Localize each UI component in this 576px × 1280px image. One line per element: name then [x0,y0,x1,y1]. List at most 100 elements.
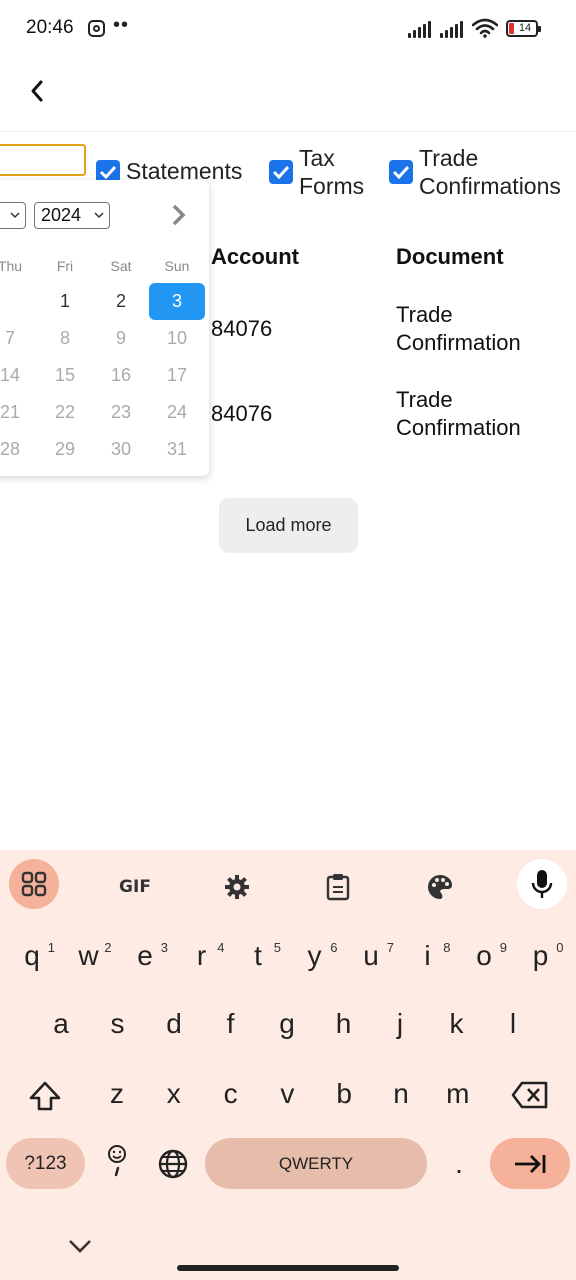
cell-signal-icon-2 [440,20,466,38]
key-w[interactable]: w2 [64,928,114,983]
navigation-handle[interactable] [177,1265,399,1271]
calendar-day[interactable]: 24 [149,394,205,431]
next-month-button[interactable] [166,202,192,228]
key-hint: 7 [386,940,394,955]
calendar-day[interactable]: 31 [149,431,205,468]
calendar-day[interactable]: 16 [93,357,149,394]
key-u[interactable]: u7 [346,928,396,983]
checkbox-tax-forms[interactable] [269,160,293,184]
table-cell-document[interactable]: Trade Confirmation [396,386,521,442]
chevron-down-icon [9,205,21,228]
key-o[interactable]: o9 [459,928,509,983]
key-v[interactable]: v [262,1066,312,1121]
key-k[interactable]: k [432,996,482,1051]
key-h[interactable]: h [319,996,369,1051]
key-label: i [424,940,431,971]
key-label: t [254,940,262,971]
key-g[interactable]: g [262,996,312,1051]
checkbox-label-trade-confirmations: Trade Confirmations [419,145,561,199]
shift-key[interactable] [20,1068,70,1123]
date-input[interactable] [0,144,86,176]
key-l[interactable]: l [488,996,538,1051]
calendar-day[interactable]: 21 [0,394,38,431]
key-q[interactable]: q1 [7,928,57,983]
settings-gear-icon[interactable] [212,862,262,912]
key-y[interactable]: y6 [290,928,340,983]
calendar-day[interactable]: 1 [37,283,93,320]
battery-icon: 14 [506,20,541,37]
emoji-key[interactable] [92,1138,142,1189]
calendar-day[interactable]: 17 [149,357,205,394]
period-key[interactable]: . [434,1138,484,1189]
calendar-day[interactable]: 2 [93,283,149,320]
gif-icon[interactable]: GIF [110,862,160,912]
key-hint: 1 [47,940,55,955]
back-button[interactable] [22,76,52,106]
key-j[interactable]: j [375,996,425,1051]
load-more-button[interactable]: Load more [219,498,358,553]
key-d[interactable]: d [149,996,199,1051]
checkbox-label-tax-forms: Tax Forms [299,145,365,199]
column-header-document: Document [396,244,504,269]
key-label: q [24,940,40,971]
checkmark-icon [392,165,410,179]
calendar-day[interactable]: 22 [37,394,93,431]
calendar-day[interactable]: 30 [93,431,149,468]
backspace-key[interactable] [505,1068,555,1123]
calendar-day[interactable]: 15 [37,357,93,394]
key-z[interactable]: z [92,1066,142,1121]
key-a[interactable]: a [36,996,86,1051]
checkmark-icon [272,165,290,179]
calendar-day[interactable]: 23 [93,394,149,431]
table-cell-account: 84076 [211,316,273,341]
calendar-day[interactable]: 14 [0,357,38,394]
calendar-day[interactable]: 3 [149,283,205,320]
palette-icon[interactable] [415,862,465,912]
status-time: 20:46 [26,17,74,38]
key-m[interactable]: m [433,1066,483,1121]
keyboard-collapse-button[interactable] [55,1217,105,1257]
calendar-day[interactable]: 28 [0,431,38,468]
key-label: p [532,940,549,971]
key-c[interactable]: c [206,1066,256,1121]
key-i[interactable]: i8 [403,928,453,983]
key-label: w [78,940,99,971]
header-divider [0,131,576,132]
year-select[interactable]: 2024 [34,202,110,229]
key-n[interactable]: n [376,1066,426,1121]
calendar-day[interactable]: 9 [93,320,149,357]
chevron-right-icon [172,204,186,226]
key-s[interactable]: s [93,996,143,1051]
instagram-icon [88,20,105,37]
space-key[interactable]: QWERTY [205,1138,427,1189]
key-x[interactable]: x [149,1066,199,1121]
clipboard-icon[interactable] [313,862,363,912]
microphone-icon[interactable] [517,859,567,909]
battery-level: 14 [518,22,532,34]
key-r[interactable]: r4 [177,928,227,983]
calendar-day[interactable]: 10 [149,320,205,357]
key-p[interactable]: p0 [516,928,566,983]
key-hint: 5 [273,940,281,955]
checkbox-trade-confirmations[interactable] [389,160,413,184]
key-label: o [476,940,492,971]
key-t[interactable]: t5 [233,928,283,983]
calendar-day[interactable]: 8 [37,320,93,357]
key-hint: 9 [499,940,507,955]
key-label: r [196,940,207,971]
symbols-key[interactable]: ?123 [6,1138,85,1189]
calendar-day[interactable]: 7 [0,320,38,357]
next-key[interactable] [490,1138,570,1189]
key-f[interactable]: f [206,996,256,1051]
apps-grid-icon[interactable] [9,859,59,909]
calendar-day[interactable]: 29 [37,431,93,468]
key-b[interactable]: b [319,1066,369,1121]
key-hint: 3 [160,940,168,955]
weekday-label: Sat [110,258,132,274]
month-select[interactable] [0,202,26,229]
gif-label: GIF [119,877,151,897]
globe-icon[interactable] [148,1138,198,1189]
status-bar: 20:46 •• 14 [0,0,576,60]
table-cell-document[interactable]: Trade Confirmation [396,301,521,357]
key-e[interactable]: e3 [120,928,170,983]
